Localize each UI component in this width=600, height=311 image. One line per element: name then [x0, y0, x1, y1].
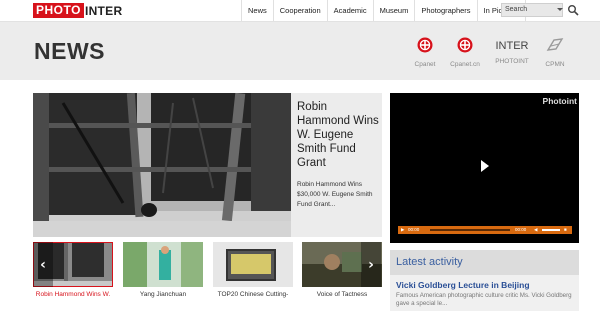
- cpanet-cn-logo-icon: [457, 37, 473, 53]
- featured-summary: Robin Hammond Wins $30,000 W. Eugene Smi…: [297, 181, 373, 208]
- nav-item-cooperation[interactable]: Cooperation: [272, 0, 327, 21]
- partner-label: Cpanet: [414, 61, 436, 68]
- thumbnail-caption[interactable]: Yang Jianchuan: [118, 291, 208, 298]
- search-icon[interactable]: [567, 4, 579, 16]
- main-nav: News Cooperation Academic Museum Photogr…: [241, 0, 526, 21]
- partner-link-cpanet[interactable]: Cpanet: [405, 37, 445, 68]
- latest-activity-heading: Latest activity: [390, 250, 579, 275]
- thumbnail-strip: ‹ › Robin Hammond Wins W. Yang Jianchuan…: [33, 240, 382, 300]
- seek-bar[interactable]: [430, 229, 510, 231]
- site-logo[interactable]: PHOTO INTER: [33, 3, 122, 18]
- video-brand-watermark: Photoint: [542, 96, 577, 106]
- pause-icon[interactable]: ▶: [401, 226, 404, 234]
- thumbnail-3[interactable]: [213, 242, 293, 287]
- featured-image: [33, 93, 291, 237]
- thumbnail-caption[interactable]: Robin Hammond Wins W.: [28, 291, 118, 298]
- play-icon[interactable]: [481, 160, 489, 172]
- video-player[interactable]: Photoint ▶ 00:00 00:00 ◀ ■: [390, 93, 579, 243]
- volume-slider[interactable]: [542, 229, 560, 231]
- partner-link-cpmn[interactable]: CPMN: [535, 37, 575, 68]
- search-select[interactable]: Search: [501, 3, 563, 17]
- nav-item-museum[interactable]: Museum: [372, 0, 415, 21]
- latest-activity-panel: Latest activity Vicki Goldberg Lecture i…: [390, 250, 579, 311]
- featured-headline[interactable]: Robin Hammond Wins W. Eugene Smith Fund …: [297, 100, 381, 170]
- featured-photo[interactable]: [33, 93, 291, 237]
- partner-label: CPMN: [545, 61, 565, 68]
- thumbnail-image: [123, 242, 203, 287]
- cpmn-logo-icon: [546, 38, 564, 51]
- logo-photo-part: PHOTO: [33, 3, 84, 18]
- chevron-left-icon: ‹: [40, 256, 46, 273]
- chevron-down-icon[interactable]: [557, 8, 563, 11]
- top-bar: PHOTO INTER News Cooperation Academic Mu…: [0, 0, 600, 22]
- inter-wordmark: INTER: [495, 40, 529, 52]
- thumbnail-image: [213, 242, 293, 287]
- chevron-right-icon: ›: [368, 256, 374, 273]
- thumbnail-caption[interactable]: TOP20 Chinese Cutting-: [208, 291, 298, 298]
- page-title: NEWS: [34, 38, 105, 64]
- featured-story: Robin Hammond Wins W. Eugene Smith Fund …: [33, 93, 382, 237]
- cpanet-logo-icon: [417, 37, 433, 53]
- partner-label: PHOTOINT: [495, 58, 529, 65]
- nav-item-photographers[interactable]: Photographers: [414, 0, 476, 21]
- partner-link-cpanet-cn[interactable]: Cpanet.cn: [445, 37, 485, 68]
- nav-item-news[interactable]: News: [241, 0, 273, 21]
- thumbnail-2[interactable]: [123, 242, 203, 287]
- total-time: 00:00: [515, 227, 527, 232]
- page-header: NEWS Cpanet Cpanet.cn INTER PHOTOINT CPM…: [0, 22, 600, 80]
- thumbnail-caption[interactable]: Voice of Tactness: [297, 291, 387, 298]
- partner-link-photoint[interactable]: INTER PHOTOINT: [492, 37, 532, 65]
- elapsed-time: 00:00: [408, 227, 420, 232]
- activity-title-link[interactable]: Vicki Goldberg Lecture in Beijing: [396, 280, 530, 290]
- fullscreen-icon[interactable]: ■: [564, 226, 567, 234]
- activity-excerpt: Famous American photographic culture cri…: [396, 292, 572, 307]
- volume-icon[interactable]: ◀: [534, 226, 537, 234]
- carousel-next-button[interactable]: ›: [361, 242, 381, 287]
- nav-item-academic[interactable]: Academic: [326, 0, 373, 21]
- carousel-prev-button[interactable]: ‹: [33, 242, 53, 287]
- partner-label: Cpanet.cn: [450, 61, 480, 68]
- video-controls: ▶ 00:00 00:00 ◀ ■: [398, 226, 572, 234]
- logo-inter-part: INTER: [84, 3, 123, 18]
